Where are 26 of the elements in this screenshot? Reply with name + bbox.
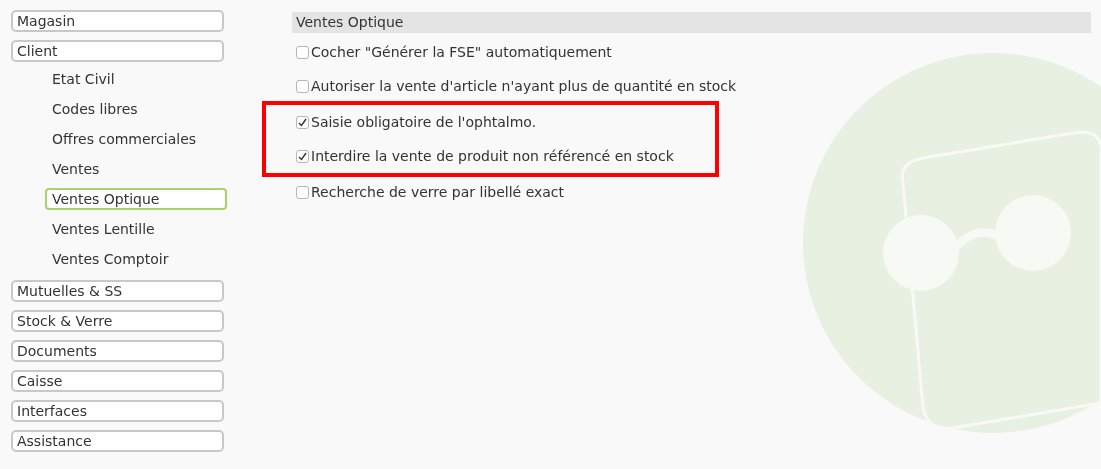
sidebar-section-button[interactable]: Stock & Verre [11,310,224,332]
sidebar-item[interactable]: Codes libres [45,98,227,120]
option-label: Saisie obligatoire de l'ophtalmo. [311,112,537,132]
sidebar-item[interactable]: Offres commerciales [45,128,227,150]
sidebar-section-button[interactable]: Client [11,40,224,62]
sidebar-item[interactable]: Etat Civil [45,68,227,90]
option-label: Interdire la vente de produit non référencé en stock [311,146,674,166]
sidebar-section-button[interactable]: Mutuelles & SS [11,280,224,302]
sidebar-section-button[interactable]: Caisse [11,370,224,392]
checkbox[interactable] [296,79,309,93]
option-label: Cocher "Générer la FSE" automatiquement [311,42,612,62]
sidebar-item[interactable]: Ventes Optique [45,188,227,210]
checkbox[interactable] [296,115,309,129]
checkbox[interactable] [296,45,309,59]
checkbox[interactable] [296,149,309,163]
section-header: Ventes Optique [292,12,1091,33]
sidebar-item[interactable]: Ventes [45,158,227,180]
option-label: Autoriser la vente d'article n'ayant plus de quantité en stock [311,76,737,96]
sidebar-item[interactable]: Ventes Lentille [45,218,227,240]
sidebar-section-button[interactable]: Magasin [11,10,224,32]
sidebar-section-button[interactable]: Interfaces [11,400,224,422]
sidebar-section-button[interactable]: Documents [11,340,224,362]
checkbox[interactable] [296,185,309,199]
option-label: Recherche de verre par libellé exact [311,182,565,202]
sidebar-item[interactable]: Ventes Comptoir [45,248,227,270]
sidebar-section-button[interactable]: Assistance [11,430,224,452]
